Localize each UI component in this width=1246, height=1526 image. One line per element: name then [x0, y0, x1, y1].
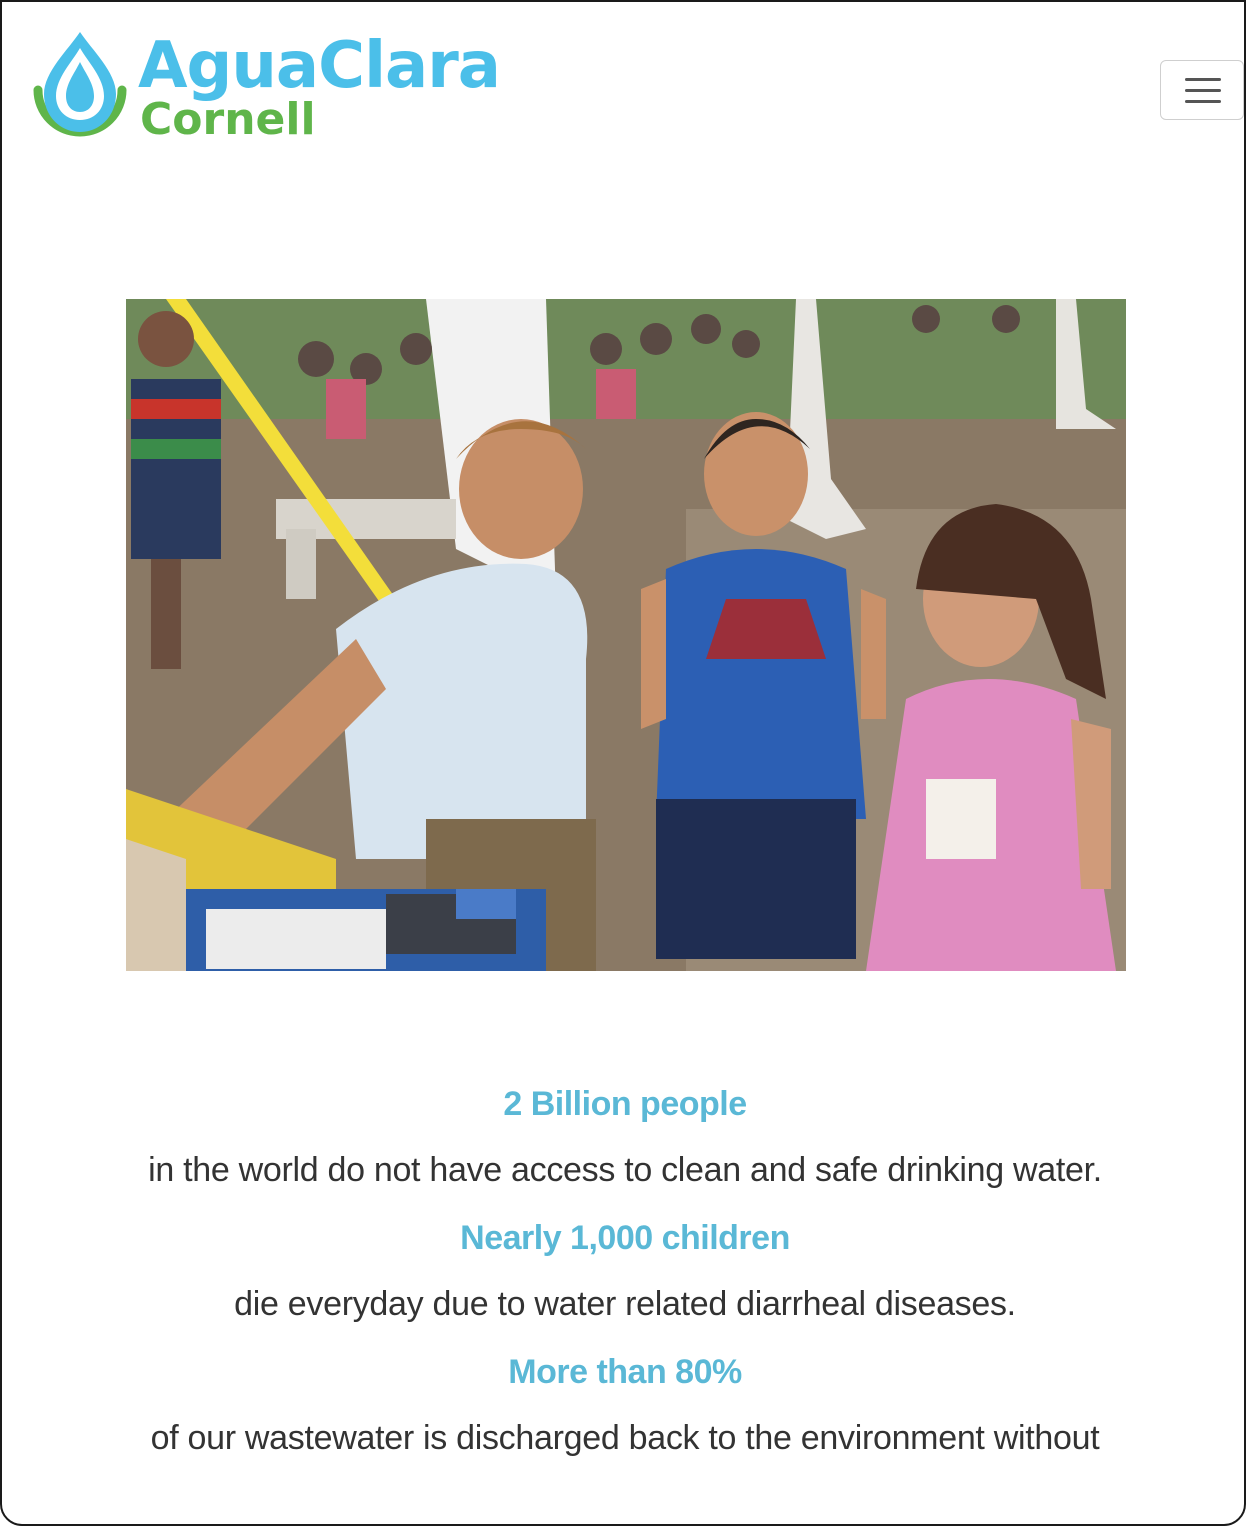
water-drop-logo-icon — [33, 32, 127, 137]
aguaclara-logo[interactable]: AguaClara Cornell — [28, 28, 501, 148]
stat-block: More than 80% of our wastewater is disch… — [2, 1350, 1244, 1460]
logo-text-aguaclara: AguaClara — [138, 29, 501, 103]
hamburger-menu-button[interactable] — [1160, 60, 1244, 120]
stat-heading: 2 Billion people — [503, 1085, 747, 1123]
stat-block: 2 Billion people in the world do not hav… — [2, 1082, 1244, 1192]
stat-block: Nearly 1,000 children die everyday due t… — [2, 1216, 1244, 1326]
stats-section: 2 Billion people in the world do not hav… — [2, 1082, 1244, 1484]
stat-text: in the world do not have access to clean… — [148, 1151, 1102, 1189]
page-frame: AguaClara Cornell 2 Billion people in th… — [0, 0, 1246, 1526]
stat-heading: More than 80% — [508, 1353, 742, 1391]
stat-heading: Nearly 1,000 children — [460, 1219, 790, 1257]
stat-text: of our wastewater is discharged back to … — [150, 1419, 1100, 1457]
stat-text: die everyday due to water related diarrh… — [234, 1285, 1016, 1323]
hero-photo-illustration — [126, 299, 1126, 971]
logo-text-cornell: Cornell — [140, 94, 316, 145]
hero-photo — [126, 299, 1126, 971]
